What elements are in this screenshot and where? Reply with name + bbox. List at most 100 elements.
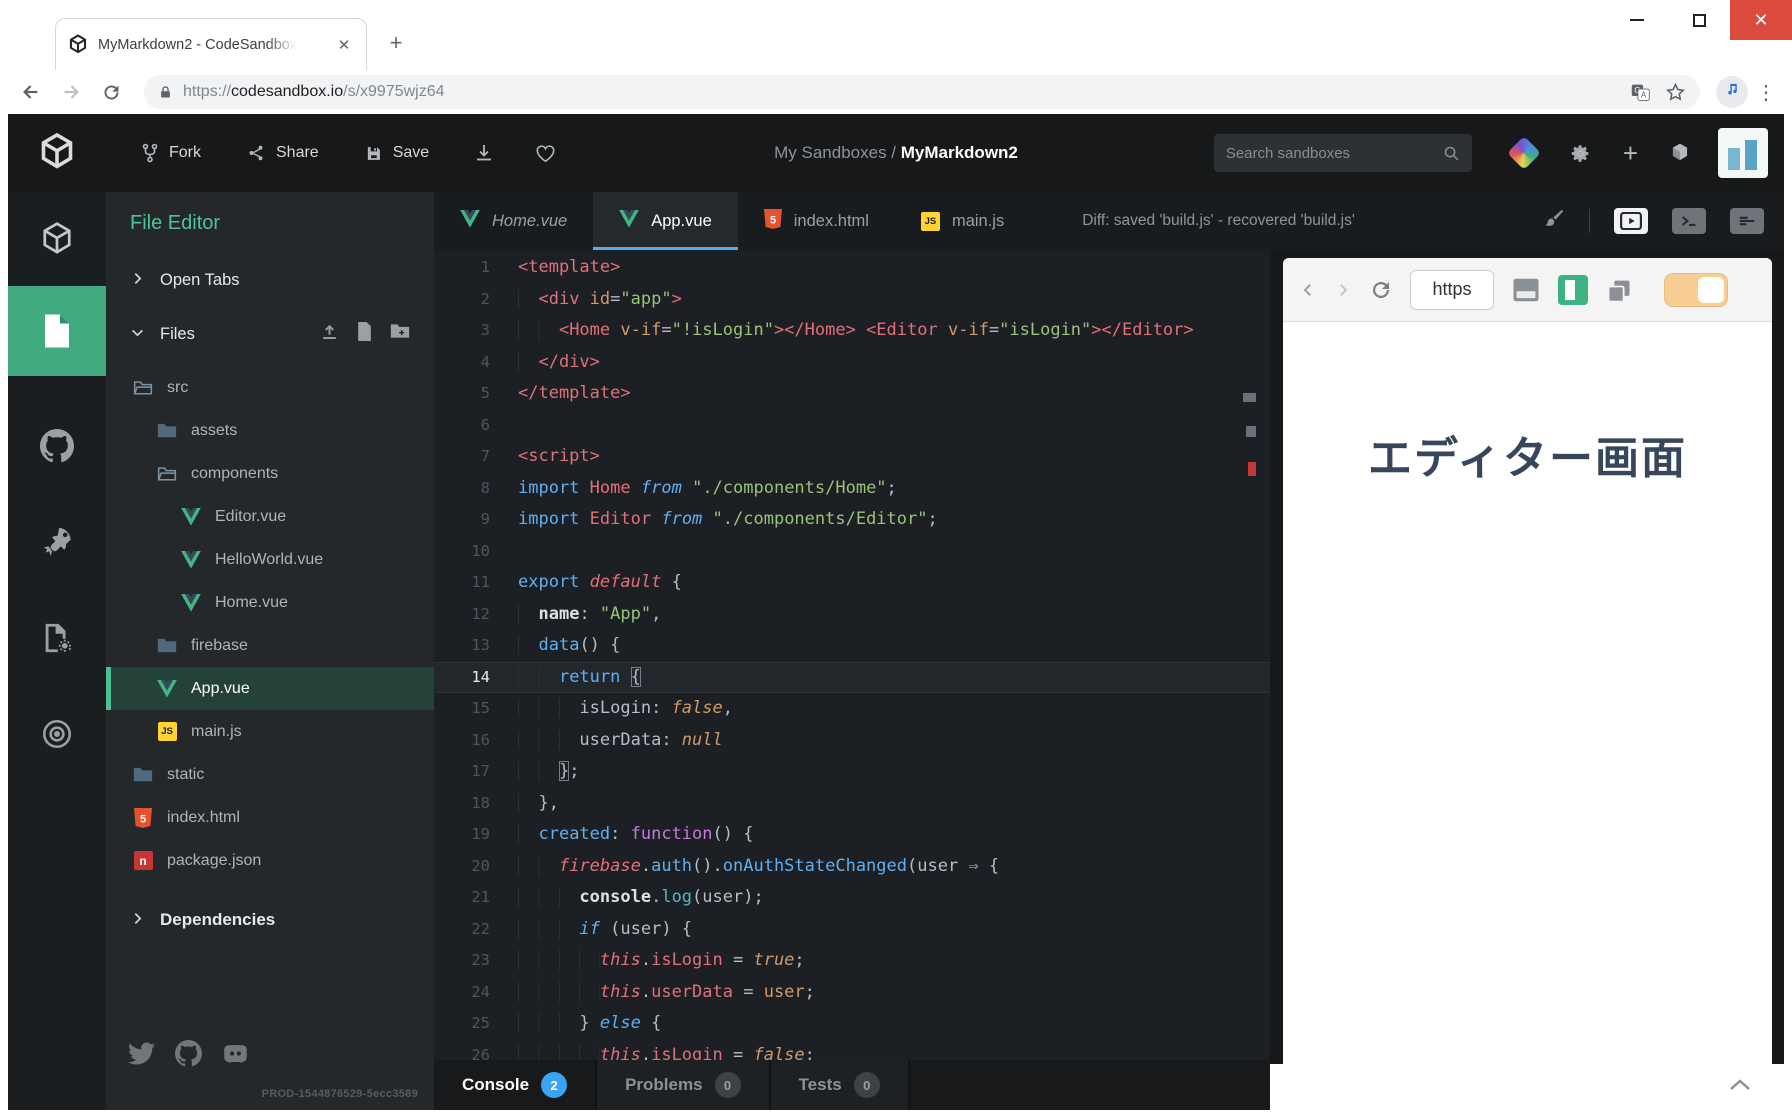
code-line[interactable]: 6 [434,410,1270,442]
patron-gem-icon[interactable] [1506,136,1541,170]
rail-live-session-icon[interactable] [8,698,106,770]
breadcrumb-parent[interactable]: My Sandboxes [774,143,886,162]
tree-item[interactable]: Editor.vue [106,495,434,538]
maximize-button[interactable] [1668,0,1730,40]
code-line[interactable]: 10 [434,536,1270,568]
code-line[interactable]: 2 <div id="app"> [434,284,1270,316]
tree-item[interactable]: Home.vue [106,581,434,624]
code-line[interactable]: 14 return { [434,661,1270,693]
preview-refresh-icon[interactable] [1369,278,1393,302]
tree-item[interactable]: firebase [106,624,434,667]
tree-item[interactable]: 5 index.html [106,796,434,839]
github-icon[interactable] [175,1040,202,1072]
browser-menu-button[interactable]: ⋮ [1754,75,1778,109]
close-button[interactable]: ✕ [1730,0,1792,40]
twitter-icon[interactable] [128,1040,156,1072]
tree-item[interactable]: static [106,753,434,796]
editor-tab[interactable]: Home.vue [434,192,593,250]
tree-item[interactable]: HelloWorld.vue [106,538,434,581]
editor-tab[interactable]: App.vue [593,192,738,250]
code-area[interactable]: 1 <template> 2 <div id="app"> 3 <Home v-if=… [434,250,1270,1060]
tree-item[interactable]: n package.json [106,839,434,882]
editor-layout-button[interactable] [1730,208,1764,234]
translate-icon[interactable]: GA [1630,82,1651,103]
diff-tab[interactable]: Diff: saved 'build.js' - recovered 'buil… [1082,212,1355,230]
code-line[interactable]: 21 console.log(user); [434,882,1270,914]
back-button[interactable] [14,75,48,109]
code-line[interactable]: 16 userData: null [434,725,1270,757]
panel-tab-console[interactable]: Console 2 [434,1060,598,1110]
rail-sandbox-icon[interactable] [8,204,106,276]
code-line[interactable]: 13 data() { [434,630,1270,662]
browser-tab[interactable]: MyMarkdown2 - CodeSandbox ✕ [55,18,367,70]
code-line[interactable]: 3 <Home v-if="!isLogin"></Home> <Editor … [434,315,1270,347]
code-line[interactable]: 23 this.isLogin = true; [434,945,1270,977]
code-line[interactable]: 5 </template> [434,378,1270,410]
bookmark-star-icon[interactable] [1665,82,1686,103]
tree-item[interactable]: App.vue [106,667,434,710]
fork-button[interactable]: Fork [142,143,201,163]
browser-preview-toggle-button[interactable] [1614,208,1648,234]
editor-tab[interactable]: JS main.js [895,192,1030,250]
code-line[interactable]: 17 }; [434,756,1270,788]
extension-button[interactable] [1716,76,1748,108]
code-line[interactable]: 22 if (user) { [434,914,1270,946]
rail-file-explorer-icon[interactable] [8,286,106,376]
forward-button[interactable] [54,75,88,109]
like-heart-icon[interactable] [535,144,556,163]
open-tabs-section[interactable]: Open Tabs [106,271,434,290]
sandbox-cube-icon[interactable] [1670,142,1690,164]
code-line[interactable]: 20 firebase.auth().onAuthStateChanged(us… [434,851,1270,883]
minimize-button[interactable] [1606,0,1668,40]
code-line[interactable]: 1 <template> [434,252,1270,284]
rail-github-icon[interactable] [8,410,106,482]
preview-split-view-icon[interactable] [1558,274,1588,305]
chevron-up-icon[interactable] [1728,1078,1752,1097]
preview-new-window-icon[interactable] [1605,276,1633,304]
new-folder-icon[interactable] [390,322,410,346]
codesandbox-logo-icon[interactable] [38,132,76,174]
code-line[interactable]: 12 name: "App", [434,599,1270,631]
search-input[interactable]: Search sandboxes [1213,134,1472,172]
code-line[interactable]: 26 this.isLogin = false; [434,1040,1270,1060]
save-button[interactable]: Save [365,144,429,162]
code-line[interactable]: 4 </div> [434,347,1270,379]
rail-config-file-gear-icon[interactable] [8,602,106,674]
tree-item[interactable]: src [106,366,434,409]
preview-forward-icon[interactable] [1334,281,1352,299]
code-line[interactable]: 9 import Editor from "./components/Editor… [434,504,1270,536]
code-line[interactable]: 19 created: function() { [434,819,1270,851]
panel-tab-problems[interactable]: Problems 0 [597,1060,771,1110]
new-file-icon[interactable] [356,322,373,346]
tree-item[interactable]: JS main.js [106,710,434,753]
editor-tab[interactable]: 5 index.html [738,192,895,250]
tree-item[interactable]: assets [106,409,434,452]
export-download-button[interactable] [475,143,493,163]
tree-item[interactable]: components [106,452,434,495]
code-line[interactable]: 11 export default { [434,567,1270,599]
url-field[interactable]: https://codesandbox.io/s/x9975wjz64 GA [144,75,1700,109]
preview-browser-view-icon[interactable] [1511,276,1541,304]
dependencies-section[interactable]: Dependencies [106,910,434,930]
new-sandbox-plus-icon[interactable]: + [1623,138,1638,169]
live-reload-toggle[interactable] [1664,272,1728,307]
terminal-toggle-button[interactable] [1672,208,1706,234]
code-line[interactable]: 24 this.userData = user; [434,977,1270,1009]
preview-url-field[interactable]: https [1410,269,1494,310]
user-avatar[interactable] [1718,128,1768,178]
code-line[interactable]: 18 }, [434,788,1270,820]
files-section[interactable]: Files [106,322,434,346]
new-tab-button[interactable]: + [381,28,411,58]
panel-tab-tests[interactable]: Tests 0 [770,1060,910,1110]
code-line[interactable]: 7 <script> [434,441,1270,473]
code-line[interactable]: 25 } else { [434,1008,1270,1040]
preview-back-icon[interactable] [1299,281,1317,299]
rail-deployment-rocket-icon[interactable] [8,506,106,578]
upload-file-icon[interactable] [320,322,339,346]
share-button[interactable]: Share [247,144,319,162]
prettier-paintbrush-icon[interactable] [1543,208,1565,235]
code-line[interactable]: 15 isLogin: false, [434,693,1270,725]
settings-gear-icon[interactable] [1570,143,1591,164]
tab-close-icon[interactable]: ✕ [334,35,354,55]
code-line[interactable]: 8 import Home from "./components/Home"; [434,473,1270,505]
